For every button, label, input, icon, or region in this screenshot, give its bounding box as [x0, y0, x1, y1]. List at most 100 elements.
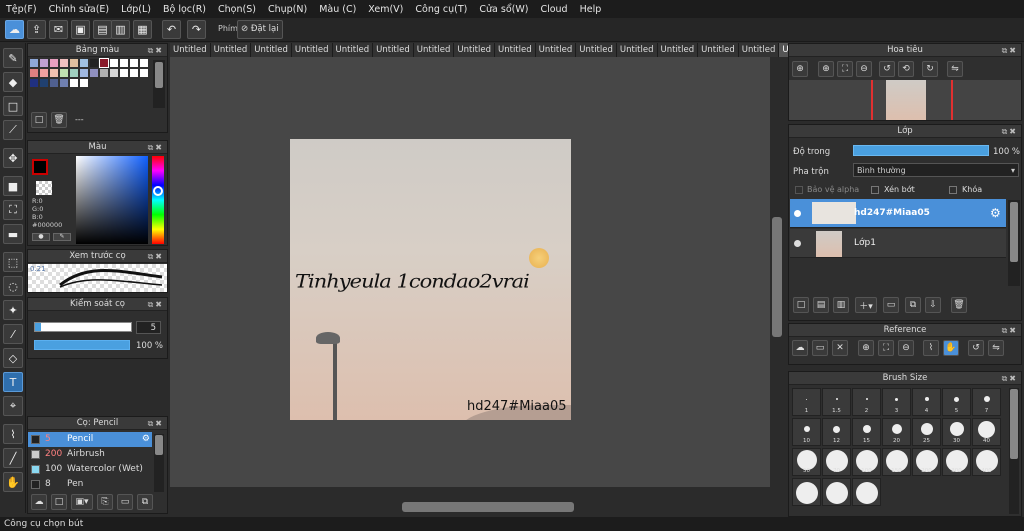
brush-size-preset[interactable]	[852, 478, 881, 506]
palette-swatch[interactable]	[90, 69, 98, 77]
menu-color[interactable]: Màu (C)	[319, 4, 356, 15]
brush-size-preset[interactable]: 12	[822, 418, 851, 446]
brush-size-preset[interactable]	[792, 478, 821, 506]
document-tab[interactable]: Untitled	[576, 43, 617, 57]
brush-new-icon[interactable]: □	[51, 494, 67, 510]
new-layer-1bit-icon[interactable]: ▥	[833, 297, 849, 313]
eraser-tool-icon[interactable]: ◆	[3, 72, 23, 92]
new-layer-icon[interactable]: □	[793, 297, 809, 313]
brush-size-scrollbar[interactable]	[1009, 388, 1019, 514]
add-layer-dropdown-icon[interactable]: ＋▾	[855, 297, 877, 313]
brush-size-preset[interactable]: 2	[852, 388, 881, 416]
gradient-tool-icon[interactable]: ▬	[3, 224, 23, 244]
document-tab[interactable]: Untitled	[170, 43, 211, 57]
ref-hand-icon[interactable]: ✋	[943, 340, 959, 356]
ref-close-icon[interactable]: ✕	[832, 340, 848, 356]
gear-icon[interactable]: ⚙	[142, 432, 150, 447]
layer-row-base[interactable]: Lớp1	[790, 229, 1006, 258]
brush-size-preset[interactable]: 7	[972, 388, 1001, 416]
vertical-scrollbar[interactable]	[770, 57, 784, 499]
new-layer-8bit-icon[interactable]: ▤	[813, 297, 829, 313]
palette-swatch[interactable]	[70, 69, 78, 77]
document-tab[interactable]: Untitled	[413, 43, 455, 57]
brush-size-preset[interactable]: 400	[972, 448, 1001, 476]
blend-mode-select[interactable]: Bình thường ▾	[853, 163, 1019, 177]
palette-swatch[interactable]	[60, 79, 68, 87]
horizontal-scrollbar[interactable]	[170, 499, 772, 517]
redo-icon[interactable]: ↷	[187, 20, 206, 39]
brush-size-preset[interactable]: 20	[882, 418, 911, 446]
document-icon[interactable]: ▥	[111, 20, 130, 39]
transparent-swatch[interactable]	[36, 181, 52, 195]
ref-rotate-icon[interactable]: ↺	[968, 340, 984, 356]
photo-icon[interactable]: ▣	[71, 20, 90, 39]
duplicate-layer-icon[interactable]: ⧉	[905, 297, 921, 313]
delete-layer-icon[interactable]: 🗑	[951, 297, 967, 313]
hue-slider[interactable]	[152, 156, 164, 244]
palette-swatches[interactable]	[30, 58, 150, 89]
brush-size-preset[interactable]: 100	[852, 448, 881, 476]
palette-swatch[interactable]	[50, 79, 58, 87]
palette-swatch[interactable]	[80, 59, 88, 67]
palette-swatch[interactable]	[60, 69, 68, 77]
comment-icon[interactable]: ✉	[49, 20, 68, 39]
palette-swatch[interactable]	[140, 69, 148, 77]
bucket-tool-icon[interactable]: ⛶	[3, 200, 23, 220]
panel-controls-icon[interactable]: ⧉✖	[1002, 372, 1018, 385]
merge-layer-icon[interactable]: ⇩	[925, 297, 941, 313]
palette-swatch[interactable]	[110, 59, 118, 67]
ref-flip-icon[interactable]: ⇋	[988, 340, 1004, 356]
brush-size-preset[interactable]: 150	[882, 448, 911, 476]
palette-swatch[interactable]	[90, 59, 98, 67]
palette-swatch[interactable]	[140, 59, 148, 67]
grid-icon[interactable]: ▤	[93, 20, 112, 39]
brush-cloud-icon[interactable]: ☁	[31, 494, 47, 510]
brush-size-value[interactable]: 5	[136, 321, 161, 334]
brush-size-preset[interactable]: 3	[882, 388, 911, 416]
menu-filter[interactable]: Bộ lọc(R)	[163, 4, 206, 15]
menu-tools[interactable]: Công cụ(T)	[415, 4, 467, 15]
document-tab[interactable]: Untitled	[373, 43, 414, 57]
select-eraser-tool-icon[interactable]: ◇	[3, 348, 23, 368]
palette-swatch[interactable]	[40, 69, 48, 77]
rotate-reset-icon[interactable]: ⟲	[898, 61, 914, 77]
zoom-out-icon[interactable]: ⊖	[856, 61, 872, 77]
canvas-area[interactable]: Tinhyeula 1condao2vrai hd247#Miaa05	[170, 57, 770, 487]
zoom-fit-in-icon[interactable]: ⊕	[818, 61, 834, 77]
palette-swatch[interactable]	[120, 59, 128, 67]
brush-copy-icon[interactable]: ⎘	[97, 494, 113, 510]
document-tab[interactable]: Untitled	[698, 43, 739, 57]
brush-item-watercolor[interactable]: 100 Watercolor (Wet)	[28, 462, 152, 477]
brush-list-scrollbar[interactable]	[154, 434, 164, 492]
menu-cloud[interactable]: Cloud	[540, 4, 567, 15]
rotate-left-icon[interactable]: ↺	[879, 61, 895, 77]
saturation-value-picker[interactable]	[76, 156, 148, 244]
brush-size-slider[interactable]	[34, 322, 132, 332]
document-tab[interactable]: Untitled	[616, 43, 658, 57]
panel-controls-icon[interactable]: ⧉✖	[1002, 324, 1018, 337]
brush-size-preset[interactable]	[822, 478, 851, 506]
ref-fit-icon[interactable]: ⛶	[878, 340, 894, 356]
palette-swatch[interactable]	[30, 69, 38, 77]
brush-size-preset[interactable]: 25	[912, 418, 941, 446]
menu-window[interactable]: Cửa sổ(W)	[479, 4, 528, 15]
move-tool-icon[interactable]: ✥	[3, 148, 23, 168]
document-tab[interactable]: Untitled	[332, 43, 374, 57]
palette-swatch[interactable]	[70, 59, 78, 67]
document-tab[interactable]: Untitled	[535, 43, 577, 57]
palette-swatch[interactable]	[30, 59, 38, 67]
palette-swatch[interactable]	[50, 69, 58, 77]
brush-size-preset[interactable]: 15	[852, 418, 881, 446]
operation-tool-icon[interactable]: ⌖	[3, 396, 23, 416]
brush-item-pen[interactable]: 8 Pen	[28, 477, 152, 492]
select-rect-tool-icon[interactable]: ⬚	[3, 252, 23, 272]
palette-swatch[interactable]	[80, 79, 88, 87]
gear-icon[interactable]: ⚙	[990, 206, 1001, 220]
menu-help[interactable]: Help	[580, 4, 602, 15]
menu-capture[interactable]: Chụp(N)	[268, 4, 307, 15]
ruler-tool-icon[interactable]: ╱	[3, 448, 23, 468]
flip-icon[interactable]: ⇋	[947, 61, 963, 77]
clipping-checkbox[interactable]	[871, 186, 879, 194]
brush-size-preset[interactable]: 5	[942, 388, 971, 416]
palette-swatch[interactable]	[100, 69, 108, 77]
